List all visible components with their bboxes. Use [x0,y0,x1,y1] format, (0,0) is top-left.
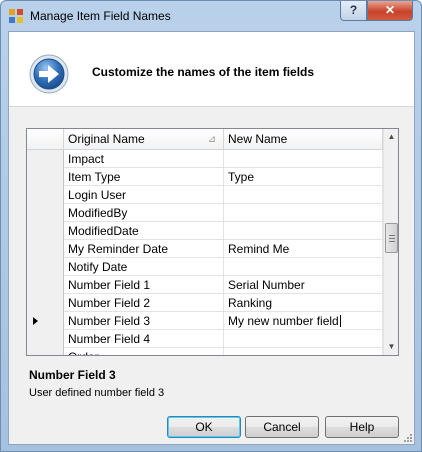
table-row[interactable]: Item Type Type [27,168,383,186]
resize-grip-icon[interactable] [402,432,412,442]
table-row[interactable]: Login User [27,186,383,204]
table-row[interactable]: Number Field 3 My new number field [27,312,383,330]
original-name-cell: Notify Date [64,258,224,276]
scrollbar-thumb[interactable] [385,223,398,253]
original-name-cell: Number Field 2 [64,294,224,312]
row-selector[interactable] [27,294,64,312]
original-name-cell: Number Field 1 [64,276,224,294]
vertical-scrollbar[interactable]: ▲ ▼ [383,129,398,355]
column-header-label: Original Name [68,132,145,146]
original-name-cell: Impact [64,150,224,168]
table-row[interactable]: Number Field 1 Serial Number [27,276,383,294]
new-name-cell[interactable] [224,222,383,240]
original-name-cell: Order [64,348,224,355]
ok-button[interactable]: OK [167,416,241,438]
new-name-text: Type [228,170,255,184]
selected-field-title: Number Field 3 [29,368,116,382]
new-name-editing-cell[interactable]: My new number field [224,312,383,330]
text-caret [339,315,341,327]
column-header-new-name[interactable]: New Name [224,129,383,150]
original-name-cell: Login User [64,186,224,204]
dialog-window: Manage Item Field Names ? ✕ Customize th… [0,0,422,452]
scroll-up-icon[interactable]: ▲ [384,129,398,145]
row-selector[interactable] [27,330,64,348]
table-row[interactable]: Notify Date [27,258,383,276]
grid-header: Original Name ⊿ New Name [27,129,383,150]
column-header-label: New Name [228,132,288,146]
original-name-cell: My Reminder Date [64,240,224,258]
original-name-cell: ModifiedBy [64,204,224,222]
help-button[interactable]: Help [325,416,399,438]
scroll-down-icon[interactable]: ▼ [384,339,398,355]
new-name-text: Remind Me [228,242,290,256]
row-selector-header[interactable] [27,129,64,150]
new-name-cell[interactable]: Ranking [224,294,383,312]
table-row[interactable]: Order [27,348,383,355]
selected-field-description: User defined number field 3 [29,387,165,399]
original-name-cell: ModifiedDate [64,222,224,240]
table-row[interactable]: My Reminder Date Remind Me [27,240,383,258]
right-arrow-circle-icon [29,54,69,94]
close-button[interactable]: ✕ [367,1,413,21]
row-selector[interactable] [27,222,64,240]
grid-rows: Impact Item Type Type Login User ModifiedBy M… [27,150,383,355]
column-header-original-name[interactable]: Original Name ⊿ [64,129,224,150]
table-row[interactable]: Impact [27,150,383,168]
new-name-cell[interactable] [224,150,383,168]
new-name-cell[interactable] [224,330,383,348]
original-name-cell: Item Type [64,168,224,186]
title-help-button[interactable]: ? [340,1,367,21]
header-text: Customize the names of the item fields [92,65,315,79]
row-selector[interactable] [27,276,64,294]
window-title: Manage Item Field Names [30,9,171,23]
new-name-cell[interactable]: Type [224,168,383,186]
row-selector[interactable] [27,348,64,355]
new-name-text: My new number field [228,314,339,328]
row-selector[interactable] [27,186,64,204]
current-row-arrow-icon [33,317,38,325]
new-name-cell[interactable] [224,186,383,204]
cancel-button[interactable]: Cancel [245,416,319,438]
field-names-grid[interactable]: Original Name ⊿ New Name Impact Item Type… [26,128,399,356]
row-selector[interactable] [27,150,64,168]
table-row[interactable]: ModifiedBy [27,204,383,222]
new-name-cell[interactable] [224,204,383,222]
row-selector[interactable] [27,240,64,258]
new-name-cell[interactable] [224,258,383,276]
header-panel: Customize the names of the item fields [9,32,414,107]
row-selector[interactable] [27,204,64,222]
new-name-cell[interactable]: Remind Me [224,240,383,258]
dialog-body: Customize the names of the item fields O… [8,31,415,445]
table-row[interactable]: ModifiedDate [27,222,383,240]
new-name-cell[interactable] [224,348,383,355]
table-row[interactable]: Number Field 2 Ranking [27,294,383,312]
row-selector[interactable] [27,258,64,276]
sort-indicator-icon: ⊿ [207,134,216,145]
table-row[interactable]: Number Field 4 [27,330,383,348]
new-name-text: Serial Number [228,278,305,292]
original-name-cell: Number Field 4 [64,330,224,348]
title-bar[interactable]: Manage Item Field Names ? ✕ [1,1,421,31]
app-icon [9,9,23,23]
row-selector[interactable] [27,312,64,330]
new-name-cell[interactable]: Serial Number [224,276,383,294]
original-name-cell: Number Field 3 [64,312,224,330]
new-name-text: Ranking [228,296,273,310]
row-selector[interactable] [27,168,64,186]
